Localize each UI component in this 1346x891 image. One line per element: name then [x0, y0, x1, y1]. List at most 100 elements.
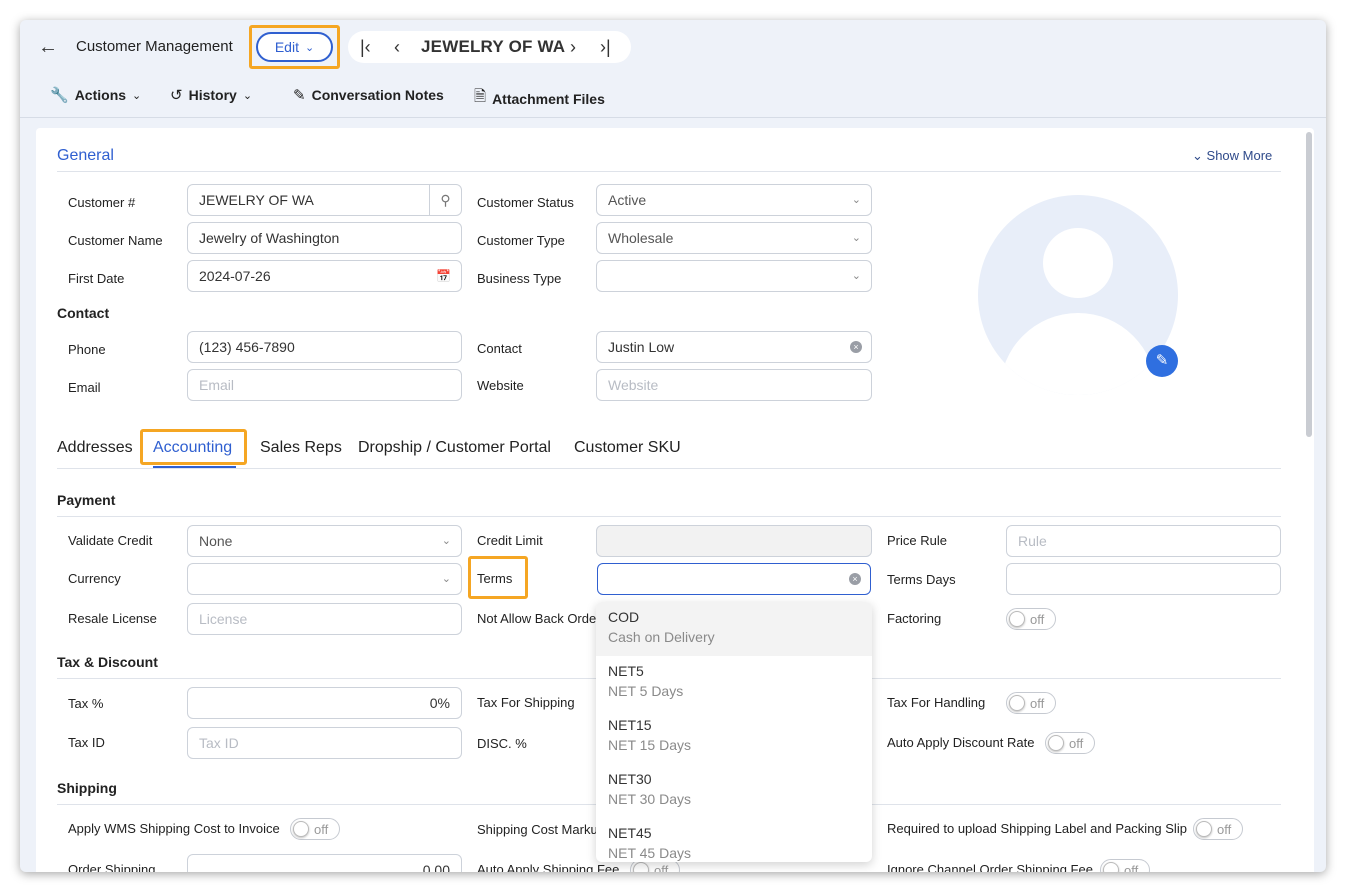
tax-handling-label: Tax For Handling [887, 695, 986, 710]
ignore-channel-toggle[interactable]: off [1100, 859, 1150, 872]
chevron-down-icon: ⌄ [851, 194, 861, 206]
terms-days-label: Terms Days [887, 572, 956, 587]
attachment-files-button[interactable]: 🗎 Attachment Files [474, 86, 605, 111]
terms-option[interactable]: NET30 NET 30 Days [596, 764, 872, 818]
clear-icon[interactable]: × [849, 573, 861, 585]
factoring-toggle[interactable]: off [1006, 608, 1056, 630]
customer-type-label: Customer Type [477, 233, 565, 248]
terms-label: Terms [477, 571, 513, 586]
customer-status-select[interactable]: Active ⌄ [596, 184, 872, 216]
currency-select[interactable]: ⌄ [187, 563, 462, 595]
edit-label: Edit [274, 39, 299, 55]
customer-status-label: Customer Status [477, 195, 574, 210]
terms-option[interactable]: NET15 NET 15 Days [596, 710, 872, 764]
contact-title: Contact [57, 305, 110, 321]
tab-customer-sku[interactable]: Customer SKU [574, 439, 681, 457]
tab-sales-reps[interactable]: Sales Reps [260, 439, 342, 457]
chevron-down-icon: ⌄ [441, 535, 451, 547]
payment-divider [57, 516, 1281, 517]
terms-option-desc: NET 5 Days [608, 683, 684, 699]
business-type-select[interactable]: ⌄ [596, 260, 872, 292]
conversation-notes-button[interactable]: ✎ Conversation Notes [293, 86, 444, 104]
customer-number-value: JEWELRY OF WA [199, 192, 314, 208]
auto-discount-toggle[interactable]: off [1045, 732, 1095, 754]
contact-field[interactable]: Justin Low × [596, 331, 872, 363]
tab-accounting[interactable]: Accounting [153, 439, 232, 457]
required-upload-toggle[interactable]: off [1193, 818, 1243, 840]
business-type-label: Business Type [477, 271, 562, 286]
website-field[interactable]: Website [596, 369, 872, 401]
email-placeholder: Email [199, 377, 235, 393]
tax-pct-field[interactable]: 0% [187, 687, 462, 719]
customer-status-value: Active [608, 192, 647, 208]
back-arrow-icon[interactable]: ← [38, 36, 60, 58]
terms-option-code: NET5 [608, 663, 644, 679]
order-shipping-field[interactable]: 0.00 [187, 854, 462, 872]
toggle-state: off [654, 863, 669, 872]
tax-handling-toggle[interactable]: off [1006, 692, 1056, 714]
factoring-label: Factoring [887, 611, 942, 626]
terms-option[interactable]: COD Cash on Delivery [596, 602, 872, 656]
previous-record-icon[interactable]: ‹ [394, 37, 400, 57]
toolbar: 🔧 Actions ⌄ ↺ History ⌄ ✎ Conversation N… [20, 82, 1326, 112]
price-rule-field[interactable]: Rule [1006, 525, 1281, 557]
scrollbar[interactable] [1306, 132, 1312, 437]
apply-wms-toggle[interactable]: off [290, 818, 340, 840]
terms-option-desc: NET 30 Days [608, 791, 691, 807]
customer-name-field[interactable]: Jewelry of Washington [187, 222, 462, 254]
terms-days-field[interactable] [1006, 563, 1281, 595]
first-date-value: 2024-07-26 [199, 268, 271, 284]
customer-type-value: Wholesale [608, 230, 674, 246]
toggle-state: off [1030, 612, 1045, 627]
not-allow-back-order-label: Not Allow Back Orde [477, 611, 597, 626]
customer-type-select[interactable]: Wholesale ⌄ [596, 222, 872, 254]
actions-menu[interactable]: 🔧 Actions ⌄ [50, 86, 141, 104]
record-title: JEWELRY OF WA [421, 37, 566, 56]
terms-option[interactable]: NET5 NET 5 Days [596, 656, 872, 710]
customer-number-field[interactable]: JEWELRY OF WA ⚲ [187, 184, 462, 216]
calendar-icon[interactable]: 📅 [436, 261, 451, 291]
first-date-field[interactable]: 2024-07-26 📅 [187, 260, 462, 292]
phone-field[interactable]: (123) 456-7890 [187, 331, 462, 363]
tax-id-field[interactable]: Tax ID [187, 727, 462, 759]
edit-avatar-icon[interactable]: ✎ [1146, 345, 1178, 377]
avatar-head [1043, 228, 1113, 298]
email-field[interactable]: Email [187, 369, 462, 401]
terms-option[interactable]: NET45 NET 45 Days [596, 818, 872, 862]
toggle-knob [633, 862, 649, 872]
tax-id-placeholder: Tax ID [199, 735, 239, 751]
history-menu[interactable]: ↺ History ⌄ [170, 86, 252, 104]
website-label: Website [477, 378, 524, 393]
file-plus-icon: 🗎 [474, 88, 487, 105]
edit-button[interactable]: Edit ⌄ [256, 32, 333, 62]
terms-option-code: NET15 [608, 717, 652, 733]
terms-option-desc: NET 15 Days [608, 737, 691, 753]
last-record-icon[interactable]: ›| [600, 37, 611, 57]
toggle-knob [1196, 821, 1212, 837]
terms-select[interactable]: × [597, 563, 871, 595]
resale-license-field[interactable]: License [187, 603, 462, 635]
chevron-down-icon: ⌄ [441, 573, 451, 585]
chevron-down-icon: ⌄ [242, 89, 253, 102]
tab-dropship[interactable]: Dropship / Customer Portal [358, 439, 551, 457]
terms-option-code: NET45 [608, 825, 652, 841]
terms-option-code: NET30 [608, 771, 652, 787]
validate-credit-select[interactable]: None ⌄ [187, 525, 462, 557]
customer-number-label: Customer # [68, 195, 136, 210]
clear-icon[interactable]: × [850, 341, 862, 353]
show-more-link[interactable]: ⌄ Show More [1192, 148, 1272, 164]
tax-discount-title: Tax & Discount [57, 654, 158, 670]
app-window: ← Customer Management Edit ⌄ |‹ ‹ JEWELR… [20, 20, 1326, 872]
terms-option-desc: NET 45 Days [608, 845, 691, 861]
currency-label: Currency [68, 571, 121, 586]
apply-wms-label: Apply WMS Shipping Cost to Invoice [68, 821, 280, 836]
price-rule-label: Price Rule [887, 533, 947, 548]
website-placeholder: Website [608, 377, 659, 393]
first-record-icon[interactable]: |‹ [360, 37, 371, 57]
first-date-label: First Date [68, 271, 125, 286]
history-icon: ↺ [170, 87, 183, 104]
search-icon[interactable]: ⚲ [429, 185, 461, 215]
validate-credit-label: Validate Credit [68, 533, 153, 548]
tab-addresses[interactable]: Addresses [57, 439, 133, 457]
next-record-icon[interactable]: › [570, 37, 576, 57]
